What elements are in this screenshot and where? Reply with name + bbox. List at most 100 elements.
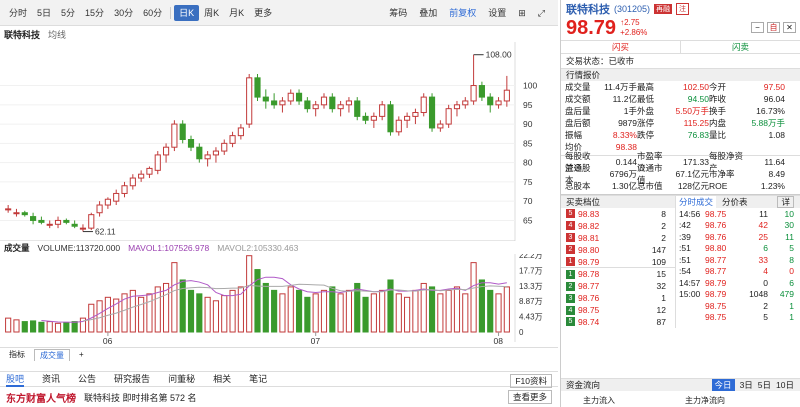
fund-tab-1[interactable]: 3日 <box>740 379 753 391</box>
tick-volume: 6 <box>763 243 768 254</box>
quote-label: 总股本 <box>565 181 591 191</box>
nav-2[interactable]: 公告 <box>78 372 96 387</box>
quote-label: 市净率 <box>709 169 735 179</box>
tick-time: :54 <box>679 266 691 277</box>
level-index: 4 <box>566 305 575 315</box>
view-more-button[interactable]: 查看更多 <box>507 390 552 404</box>
f10-button[interactable]: F10资料 <box>510 374 552 388</box>
volume-bar <box>179 279 186 333</box>
order-volume: 87 <box>656 316 666 327</box>
tool-2[interactable]: 前复权 <box>444 5 481 21</box>
quote-value: 8.33% <box>612 130 637 140</box>
tab-volume[interactable]: 成交量 <box>34 348 70 361</box>
volume-bar <box>320 289 328 333</box>
quote-label: 换手 <box>709 106 727 116</box>
tick-row: 15:00 98.79 1048 479 <box>676 289 800 301</box>
rank-text: 联特科技 即时排名第 572 名 <box>84 392 197 403</box>
detail-button[interactable]: 详 <box>777 196 794 208</box>
grid-icon[interactable]: ⊞ <box>513 5 531 21</box>
quote-label: ROE <box>709 181 728 191</box>
order-level: 5 98.74 87 <box>561 316 675 328</box>
order-price: 98.77 <box>578 281 600 292</box>
order-level: 1 98.79 109 <box>561 256 675 268</box>
nav-5[interactable]: 相关 <box>213 372 231 387</box>
candle-body <box>79 227 87 230</box>
tick-volume: 5 <box>789 243 794 254</box>
stock-name: 联特科技 <box>566 4 610 16</box>
tick-volume: 479 <box>779 289 794 300</box>
tick-volume: 2 <box>763 300 768 311</box>
tick-time: 14:56 <box>679 208 701 219</box>
add-tab-icon[interactable]: + <box>74 350 89 359</box>
period-5[interactable]: 60分 <box>138 5 167 21</box>
period-2[interactable]: 5分 <box>56 5 80 21</box>
candle-body <box>354 100 361 117</box>
minus-icon[interactable]: − <box>751 22 764 33</box>
self-select-icon[interactable]: 自 <box>767 22 780 33</box>
fund-tab-0[interactable]: 今日 <box>711 379 735 391</box>
candle-body <box>453 104 461 110</box>
order-level: 5 98.83 8 <box>561 208 675 220</box>
info-nav: 股吧 资讯 公告 研究报告 问董秘 相关 笔记 F10资料 <box>0 371 558 388</box>
candle-body <box>171 123 178 148</box>
fund-tab-3[interactable]: 10日 <box>776 379 794 391</box>
nav-3[interactable]: 研究报告 <box>114 372 150 387</box>
expand-icon[interactable]: ⤢ <box>533 5 550 21</box>
close-icon[interactable]: ✕ <box>783 22 796 33</box>
nav-6[interactable]: 笔记 <box>249 372 267 387</box>
tool-3[interactable]: 设置 <box>483 5 511 21</box>
nav-4[interactable]: 问董秘 <box>168 372 195 387</box>
level-index: 3 <box>566 233 575 243</box>
quote-row: 均价 98.38 <box>565 141 796 153</box>
orderbook-title: 买卖档位 <box>561 195 675 208</box>
tab-price-table[interactable]: 分价表 <box>722 196 748 208</box>
sell-levels: 5 98.83 8 4 98.82 2 3 98.81 2 2 98.80 147 1 98.79 109 <box>561 208 675 269</box>
vol-tick-label: 0 <box>519 328 524 337</box>
tab-tick-trades[interactable]: 分时成交 <box>676 196 717 208</box>
flash-buy-button[interactable]: 闪买 <box>561 41 681 53</box>
indicator-select[interactable]: 均线 <box>48 28 66 41</box>
period-9[interactable]: 更多 <box>249 5 277 21</box>
main-inflow-label: 主力流入 <box>583 396 615 405</box>
volume-bar <box>246 255 253 333</box>
order-volume: 15 <box>656 269 666 280</box>
volume-label[interactable]: 成交量 <box>4 242 30 254</box>
period-6[interactable]: 日K <box>174 4 200 21</box>
y-tick-label: 85 <box>523 138 533 148</box>
quote-row: 成交额 11.2亿 最低 94.50 昨收 96.04 <box>565 93 796 105</box>
volume-bar <box>395 293 402 333</box>
nav-0[interactable]: 股吧 <box>6 372 25 387</box>
y-tick-label: 95 <box>523 100 533 110</box>
period-8[interactable]: 月K <box>224 5 249 21</box>
period-1[interactable]: 5日 <box>32 5 56 21</box>
volume-bar <box>46 321 53 333</box>
last-price: 98.79 <box>566 16 617 39</box>
period-7[interactable]: 周K <box>199 5 224 21</box>
fund-tab-2[interactable]: 5日 <box>758 379 771 391</box>
quote-value: 128亿元 <box>677 181 709 191</box>
kline-chart[interactable]: 1009590858075706522.2万17.7万13.3万8.87万4.4… <box>0 42 558 348</box>
period-0[interactable]: 分时 <box>4 5 32 21</box>
tool-1[interactable]: 叠加 <box>414 5 442 21</box>
order-price: 98.74 <box>578 316 600 327</box>
quote-value: 11.2亿 <box>612 94 637 104</box>
volume-bar <box>412 289 419 333</box>
period-3[interactable]: 15分 <box>80 5 109 21</box>
nav-1[interactable]: 资讯 <box>42 372 60 387</box>
candle-body <box>387 104 394 133</box>
tick-time: :42 <box>679 220 691 231</box>
y-tick-label: 70 <box>523 196 533 206</box>
tick-row: :39 98.76 25 11 <box>676 231 800 243</box>
period-4[interactable]: 30分 <box>109 5 138 21</box>
volume-bar <box>13 319 20 333</box>
tab-indicator[interactable]: 指标 <box>4 349 30 360</box>
order-price: 98.83 <box>578 208 600 219</box>
tick-row: 98.75 2 1 <box>676 300 800 312</box>
candle-body <box>146 167 153 175</box>
flash-sell-button[interactable]: 闪卖 <box>681 41 800 53</box>
quote-value: 171.33 <box>683 157 709 167</box>
candle-body <box>30 216 37 221</box>
order-level: 2 98.80 147 <box>561 244 675 256</box>
tool-0[interactable]: 筹码 <box>384 5 412 21</box>
candle-body <box>445 108 452 125</box>
